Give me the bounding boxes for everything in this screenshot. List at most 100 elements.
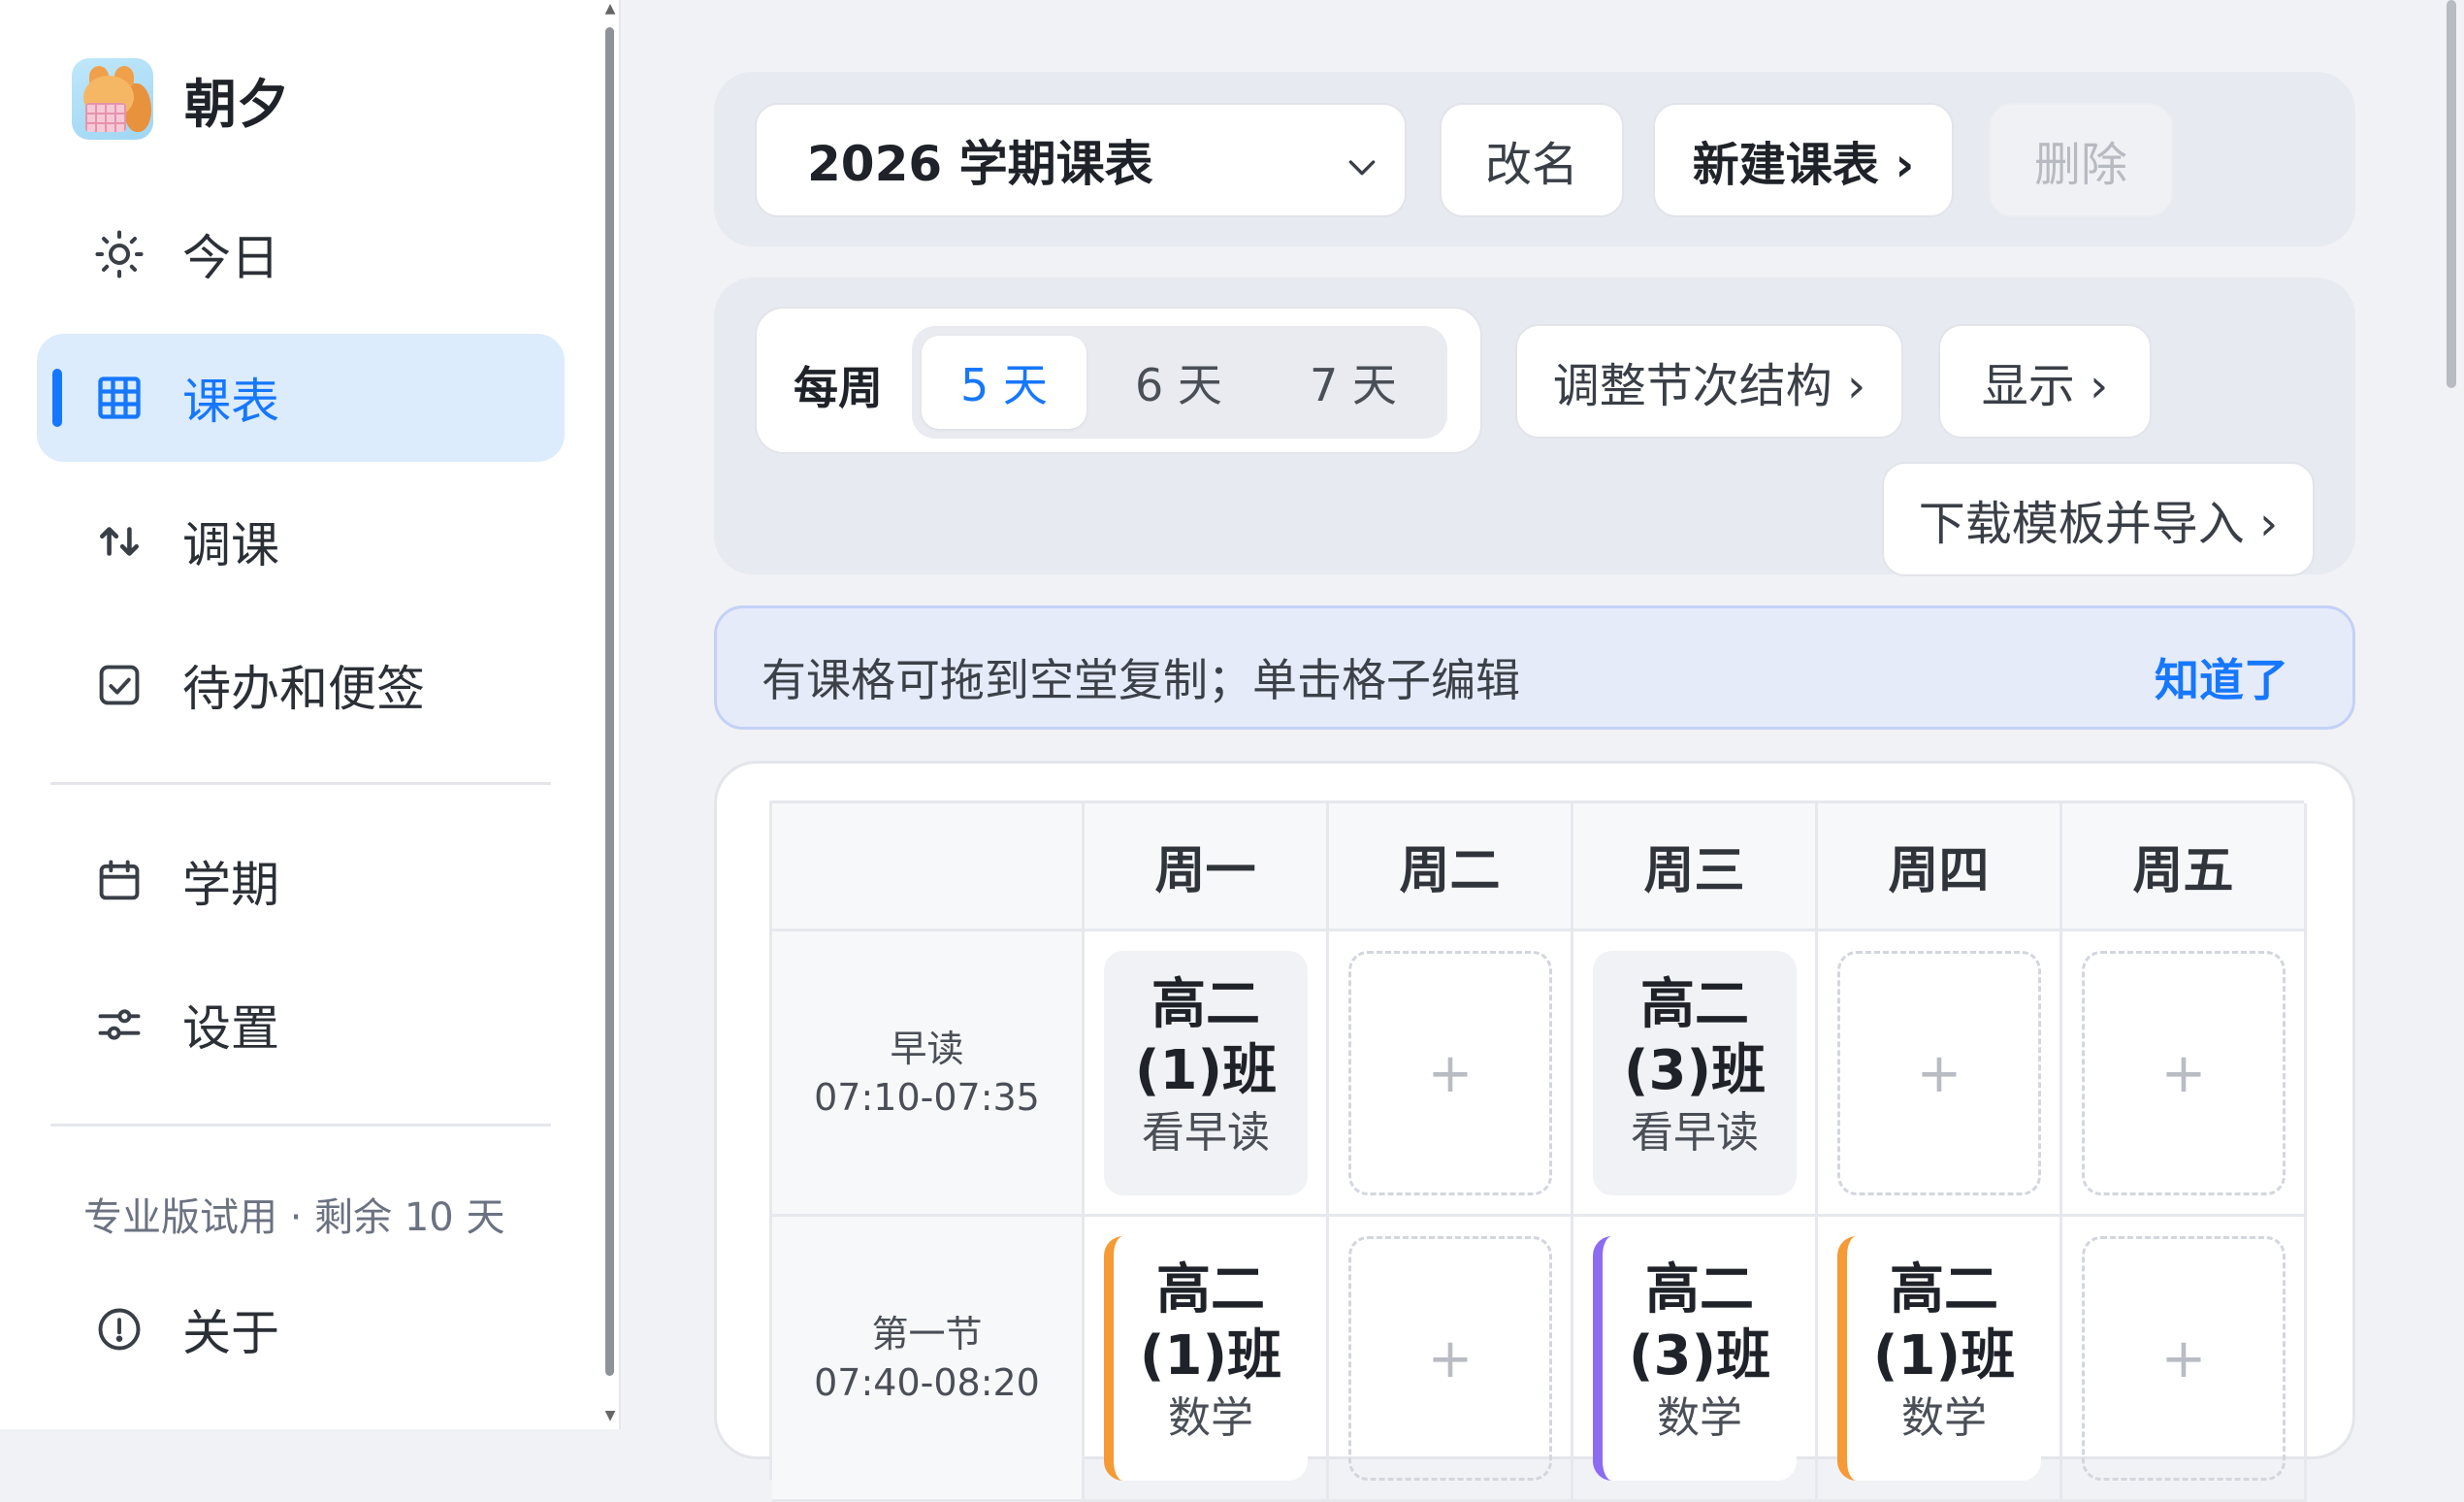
sliders-icon	[91, 996, 147, 1053]
add-course-button[interactable]: +	[1348, 951, 1552, 1195]
timetable-cell: +	[2062, 931, 2307, 1217]
scroll-up-icon[interactable]: ▲	[603, 2, 617, 16]
days-option-6[interactable]: 6 天	[1096, 336, 1261, 429]
course-section: (1)班	[1872, 1324, 2016, 1388]
main-scrollbar-thumb[interactable]	[2447, 0, 2456, 388]
days-segmented-control: 5 天 6 天 7 天	[912, 326, 1447, 439]
new-timetable-button[interactable]: 新建课表 ›	[1653, 103, 1954, 217]
timetable-grid: 周一 周二 周三 周四 周五 早读 07:10-07:35 高二 (1)班 看早…	[769, 800, 2307, 1502]
course-block[interactable]: 高二 (3)班 数学	[1593, 1236, 1797, 1481]
nav-item-swap[interactable]: 调课	[37, 477, 565, 605]
sidebar: 朝夕 今日 课表 调课 待办和便签 学期 设置 专业版试用 · 剩余 10 天 …	[0, 0, 621, 1429]
tip-text: 有课格可拖到空堂复制；单击格子编辑	[762, 654, 1520, 706]
nav-label-settings: 设置	[182, 1000, 279, 1057]
adjust-periods-button[interactable]: 调整节次结构 ›	[1515, 324, 1903, 439]
nav-label-todo: 待办和便签	[182, 661, 425, 717]
add-course-button[interactable]: +	[1837, 951, 2041, 1195]
course-block[interactable]: 高二 (3)班 看早读	[1593, 951, 1797, 1195]
add-course-button[interactable]: +	[2082, 951, 2286, 1195]
main-content: 2026 学期课表 改名 新建课表 › 删除 每周 5 天 6 天 7 天 调整…	[621, 0, 2464, 1502]
import-template-button[interactable]: 下载模板并导入 ›	[1882, 462, 2315, 576]
day-header: 周三	[1573, 803, 1818, 931]
delete-button[interactable]: 删除	[1989, 103, 2173, 217]
add-course-button[interactable]: +	[1348, 1236, 1552, 1481]
course-section: (1)班	[1134, 1039, 1278, 1102]
days-option-5[interactable]: 5 天	[922, 336, 1086, 429]
tip-banner: 有课格可拖到空堂复制；单击格子编辑 知道了	[714, 605, 2355, 730]
course-class: 高二	[1645, 1258, 1754, 1322]
nav-label-about: 关于	[182, 1305, 279, 1361]
app-logo-icon	[72, 58, 153, 140]
nav-label-swap: 调课	[182, 517, 279, 573]
week-settings-panel: 每周 5 天 6 天 7 天 调整节次结构 › 显示 › 下载模板并导入 ›	[714, 278, 2355, 576]
course-section: (3)班	[1628, 1324, 1771, 1388]
nav-item-about[interactable]: 关于	[37, 1265, 565, 1393]
course-subject: 数学	[1901, 1393, 1987, 1443]
nav-item-schedule[interactable]: 课表	[37, 334, 565, 462]
period-name: 第一节	[871, 1312, 983, 1355]
swap-arrows-icon	[91, 513, 147, 570]
timetable-cell: +	[1329, 1217, 1573, 1502]
timetable-select[interactable]: 2026 学期课表	[755, 103, 1407, 217]
course-subject: 数学	[1168, 1393, 1253, 1443]
display-button[interactable]: 显示 ›	[1938, 324, 2152, 439]
nav-item-today[interactable]: 今日	[37, 190, 565, 318]
scroll-down-icon[interactable]: ▼	[603, 1409, 617, 1422]
nav-item-term[interactable]: 学期	[37, 817, 565, 945]
sidebar-divider	[50, 1124, 551, 1126]
sidebar-divider	[50, 782, 551, 785]
course-section: (1)班	[1139, 1324, 1282, 1388]
chevron-down-icon	[1343, 142, 1381, 180]
course-class: 高二	[1156, 1258, 1265, 1322]
days-option-7[interactable]: 7 天	[1271, 336, 1436, 429]
course-class: 高二	[1151, 973, 1260, 1036]
corner-header	[772, 803, 1085, 931]
day-header: 周五	[2062, 803, 2307, 931]
days-per-week-control: 每周 5 天 6 天 7 天	[755, 307, 1482, 454]
timetable-cell: +	[1329, 931, 1573, 1217]
course-subject: 数学	[1657, 1393, 1742, 1443]
days-per-week-label: 每周	[794, 362, 883, 414]
timetable-card: 周一 周二 周三 周四 周五 早读 07:10-07:35 高二 (1)班 看早…	[714, 761, 2355, 1502]
timetable-cell: 高二 (1)班 数学	[1818, 1217, 2062, 1502]
nav-label-today: 今日	[182, 230, 279, 286]
timetable-cell: 高二 (1)班 看早读	[1085, 931, 1329, 1217]
main-scrollbar[interactable]	[2443, 0, 2460, 1429]
day-header: 周四	[1818, 803, 2062, 931]
timetable-cell: 高二 (1)班 数学	[1085, 1217, 1329, 1502]
period-time: 07:10-07:35	[814, 1075, 1040, 1119]
sidebar-scrollbar[interactable]: ▲ ▼	[603, 0, 617, 1429]
timetable-cell: +	[1818, 931, 2062, 1217]
course-block[interactable]: 高二 (1)班 数学	[1104, 1236, 1308, 1481]
calendar-icon	[91, 853, 147, 909]
nav-item-settings[interactable]: 设置	[37, 961, 565, 1089]
day-header: 周一	[1085, 803, 1329, 931]
course-subject: 看早读	[1631, 1108, 1759, 1158]
course-section: (3)班	[1623, 1039, 1767, 1102]
course-subject: 看早读	[1142, 1108, 1270, 1158]
period-time: 07:40-08:20	[814, 1360, 1040, 1404]
nav-label-schedule: 课表	[182, 374, 279, 430]
course-class: 高二	[1640, 973, 1749, 1036]
sun-icon	[91, 226, 147, 282]
dismiss-tip-button[interactable]: 知道了	[2155, 645, 2288, 709]
timetable-toolbar: 2026 学期课表 改名 新建课表 › 删除	[714, 72, 2355, 246]
course-class: 高二	[1890, 1258, 1998, 1322]
period-name: 早读	[890, 1027, 964, 1070]
day-header: 周二	[1329, 803, 1573, 931]
nav-item-todo[interactable]: 待办和便签	[37, 621, 565, 749]
timetable-cell: +	[2062, 1217, 2307, 1502]
course-block[interactable]: 高二 (1)班 数学	[1837, 1236, 2041, 1481]
sidebar-scrollbar-thumb[interactable]	[605, 27, 614, 1376]
timetable-cell: 高二 (3)班 数学	[1573, 1217, 1818, 1502]
trial-status: 专业版试用 · 剩余 10 天	[83, 1195, 505, 1240]
add-course-button[interactable]: +	[2082, 1236, 2286, 1481]
info-circle-icon	[91, 1301, 147, 1357]
period-header: 第一节 07:40-08:20	[772, 1217, 1085, 1502]
checkbox-icon	[91, 657, 147, 713]
grid-icon	[91, 370, 147, 426]
course-block[interactable]: 高二 (1)班 看早读	[1104, 951, 1308, 1195]
rename-button[interactable]: 改名	[1440, 103, 1624, 217]
period-header: 早读 07:10-07:35	[772, 931, 1085, 1217]
nav-label-term: 学期	[182, 857, 279, 913]
